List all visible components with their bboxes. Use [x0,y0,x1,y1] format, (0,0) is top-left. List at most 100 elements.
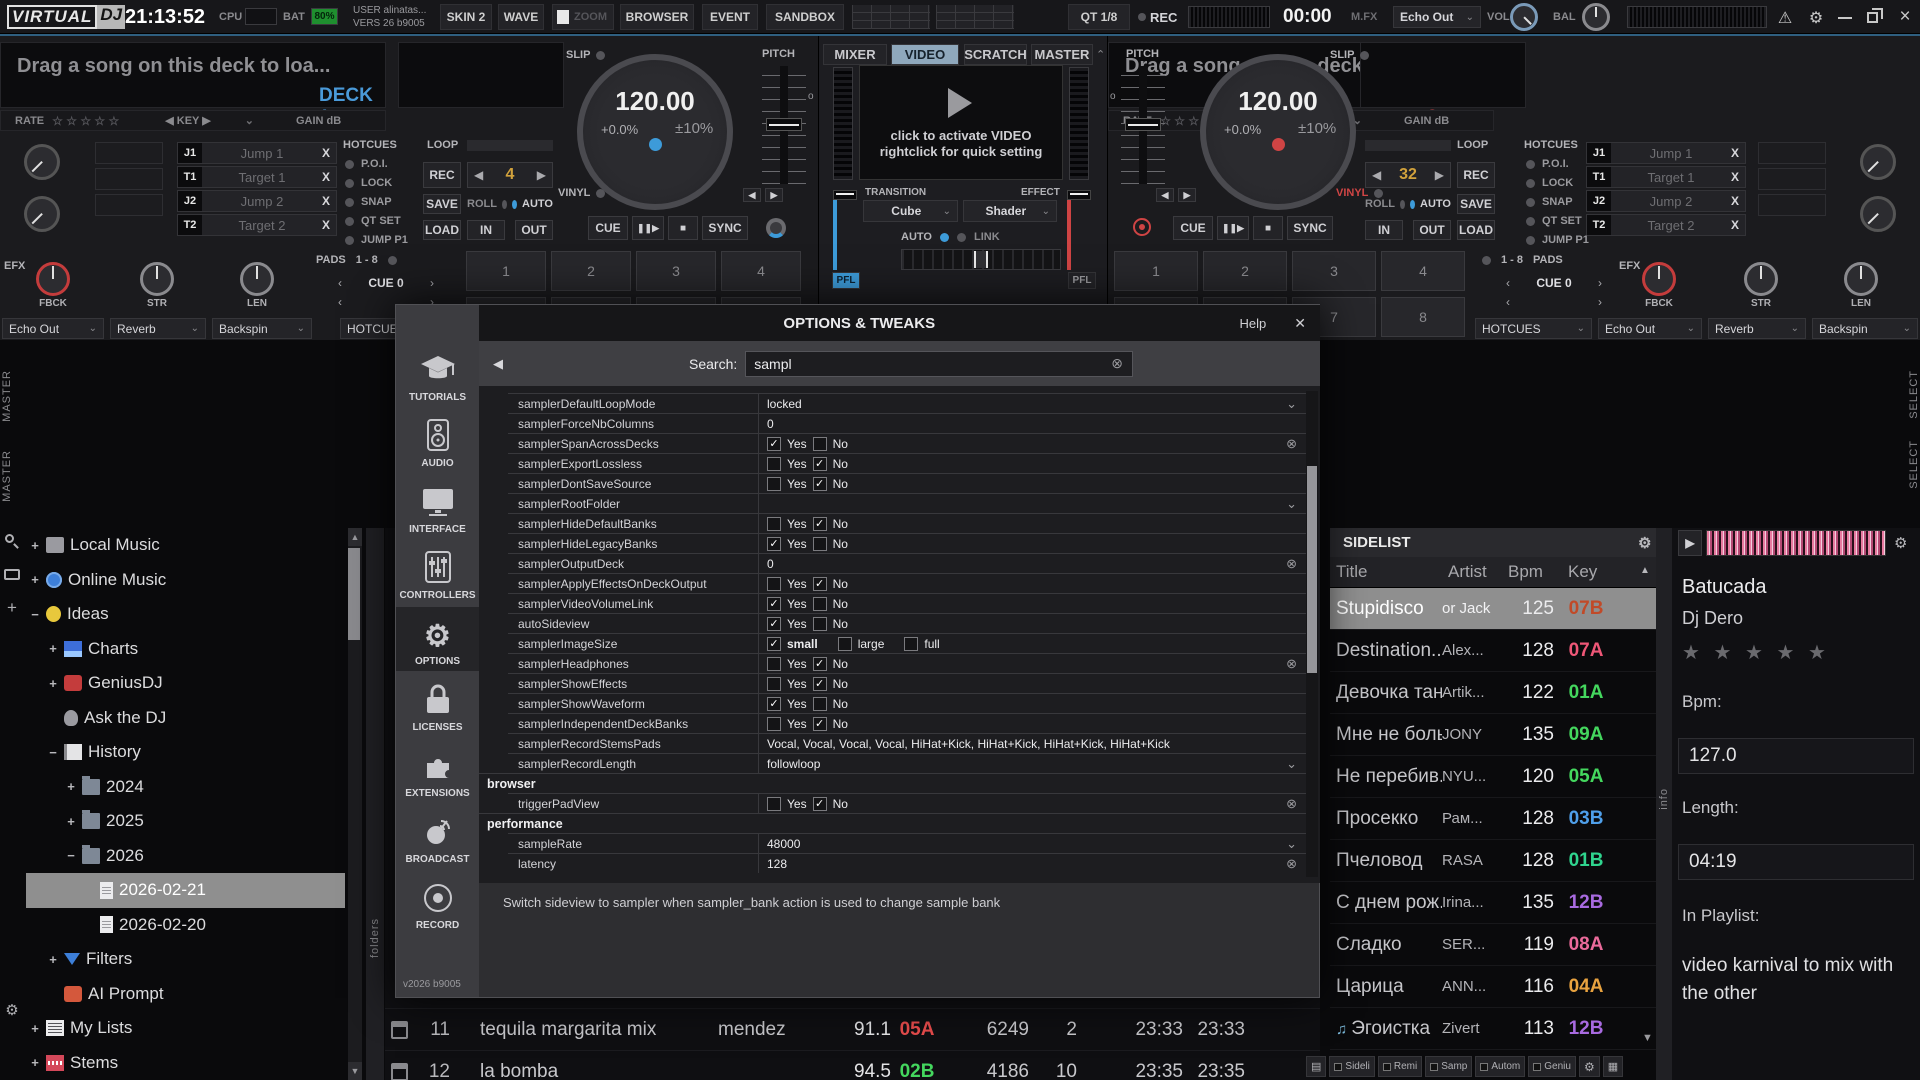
fader-thumb[interactable] [833,190,857,200]
sidelist-row[interactable]: Destination...Alex...12807A [1330,630,1656,672]
sideview-toggle-geniu[interactable]: Geniu [1528,1056,1576,1077]
reset-setting-icon[interactable]: ⊗ [1286,856,1297,872]
efx-knob-str[interactable] [1744,262,1778,296]
jump-clear-button[interactable]: X [1731,146,1745,160]
sideview-grid-icon[interactable]: ▤ [1306,1056,1326,1077]
sideview-toggle-sideli[interactable]: Sideli [1329,1056,1374,1077]
tree-expander[interactable]: + [46,676,60,691]
tree-item-filters[interactable]: +Filters [26,942,345,977]
fx-slot-select[interactable]: Backspin⌄ [212,318,312,339]
option-checkbox-full[interactable] [904,637,918,651]
loop-in-button[interactable]: IN [1365,220,1403,240]
setting-row-samplerShowEffects[interactable]: samplerShowEffectsYes✓No [508,673,1307,693]
tree-expander[interactable]: + [46,641,60,656]
tree-item-2024[interactable]: +2024 [26,770,345,805]
option-checkbox-large[interactable] [838,637,852,651]
yes-checkbox[interactable]: ✓ [767,697,781,711]
preview-play-button[interactable]: ▶ [1678,530,1702,556]
loop-save-button[interactable]: SAVE [1457,194,1495,214]
fx-slot-select[interactable]: Reverb⌄ [1708,318,1806,339]
no-checkbox[interactable] [813,437,827,451]
tree-item-2026-02-20[interactable]: 2026-02-20 [26,908,345,943]
pitch-slider[interactable] [762,66,806,184]
fx-slot-select[interactable]: Echo Out⌄ [1598,318,1702,339]
no-checkbox[interactable]: ✓ [813,517,827,531]
toolbar-button-wave[interactable]: WAVE [498,4,544,30]
jump-row[interactable]: J1Jump 1X [1586,142,1746,164]
yes-checkbox[interactable] [767,457,781,471]
yes-checkbox[interactable] [767,717,781,731]
sideview-settings-gear-icon[interactable]: ⚙ [1579,1056,1600,1077]
cue-next-icon[interactable]: › [430,276,434,290]
hotcue-option-lock[interactable]: LOCK [1526,177,1573,189]
fader-thumb[interactable] [1067,190,1091,200]
tree-item-2026-02-21[interactable]: 2026-02-21 [26,873,345,908]
fx-slot-select[interactable]: Echo Out⌄ [2,318,104,339]
sidelist-gear-icon[interactable]: ⚙ [1638,534,1651,552]
setting-row-triggerPadView[interactable]: triggerPadViewYes✓No⊗ [508,793,1307,813]
tree-expander[interactable]: + [46,952,60,967]
setting-row-sampleRate[interactable]: sampleRate48000⌄ [508,833,1307,853]
reset-setting-icon[interactable]: ⊗ [1286,656,1297,672]
setting-row-samplerDontSaveSource[interactable]: samplerDontSaveSourceYes✓No [508,473,1307,493]
chevron-down-icon[interactable]: ⌄ [1286,756,1297,772]
jump-clear-button[interactable]: X [322,146,336,160]
performance-pad-4[interactable]: 4 [1381,251,1465,291]
performance-pad-8[interactable]: 8 [1381,297,1465,337]
loop-out-button[interactable]: OUT [1413,220,1451,240]
yes-checkbox[interactable] [767,677,781,691]
close-window-button[interactable]: × [1896,6,1914,26]
pitch-nudge[interactable]: ◀▶ [743,188,783,202]
tree-scrollbar[interactable]: ▲▼ [348,528,362,1080]
dialog-nav-options[interactable]: ⚙OPTIONS [396,607,479,671]
scroll-down-icon[interactable]: ▼ [348,1062,362,1080]
yes-checkbox[interactable] [767,657,781,671]
column-header-key[interactable]: Key [1568,562,1618,582]
settings-gear-icon[interactable]: ⚙ [1805,8,1827,26]
loop-double-button[interactable]: ▶ [537,168,546,182]
play-pause-button[interactable]: ❚❚▶ [632,216,664,240]
loop-roll-auto[interactable]: ROLLAUTO [1365,194,1451,214]
chevron-down-icon[interactable]: ⌄ [1286,836,1297,852]
camera-icon[interactable] [2,565,22,585]
jump-row[interactable]: T2Target 2X [1586,214,1746,236]
tree-expander[interactable]: + [28,1055,42,1070]
tracklist-row[interactable]: 11tequila margarita mixmendez91.105A6249… [385,1008,1320,1050]
yes-checkbox[interactable]: ✓ [767,597,781,611]
help-link[interactable]: Help [1240,316,1267,331]
tree-expander[interactable]: + [28,572,42,587]
setting-row-latency[interactable]: latency128⊗ [508,853,1307,873]
jump-clear-button[interactable]: X [1731,218,1745,232]
cue-prev-icon[interactable]: ‹ [1506,276,1510,290]
tree-expander[interactable]: − [46,745,60,760]
no-checkbox[interactable] [813,617,827,631]
performance-pad-1[interactable]: 1 [1114,251,1198,291]
jump-clear-button[interactable]: X [1731,194,1745,208]
toolbar-button-event[interactable]: EVENT [702,4,758,30]
slip-control[interactable]: SLIP [1330,48,1390,62]
tree-item-local-music[interactable]: +Local Music [26,528,345,563]
no-checkbox[interactable]: ✓ [813,717,827,731]
add-icon[interactable]: + [2,598,22,618]
dialog-nav-licenses[interactable]: LICENSES [396,673,479,737]
stop-button[interactable]: ■ [668,216,698,240]
folders-tab-label[interactable]: folders [369,918,381,958]
pads-bank-selector[interactable]: ‹› [1506,295,1602,309]
auto-link-row[interactable]: AUTOLINK [901,230,1021,244]
bank-prev-icon[interactable]: ‹ [338,295,342,309]
pitch-nudge[interactable]: ◀▶ [1156,188,1196,202]
jump-clear-button[interactable]: X [322,194,336,208]
nudge-fwd-button[interactable]: ▶ [1178,188,1196,202]
deck-knob-lower[interactable] [24,196,60,232]
no-checkbox[interactable]: ✓ [813,477,827,491]
no-checkbox[interactable] [813,537,827,551]
deck-knob-upper[interactable] [24,144,60,180]
performance-pad-1[interactable]: 1 [466,251,546,291]
bank-prev-icon[interactable]: ‹ [1506,295,1510,309]
performance-pad-4[interactable]: 4 [721,251,801,291]
hotcue-option-poi[interactable]: P.O.I. [1526,158,1569,170]
info-length-field[interactable]: 04:19 [1678,844,1914,880]
setting-row-samplerApplyEffectsOnDeckOutput[interactable]: samplerApplyEffectsOnDeckOutputYes✓No [508,573,1307,593]
hotcue-option-snap[interactable]: SNAP [1526,196,1573,208]
info-tab-label[interactable]: info [1658,788,1670,810]
